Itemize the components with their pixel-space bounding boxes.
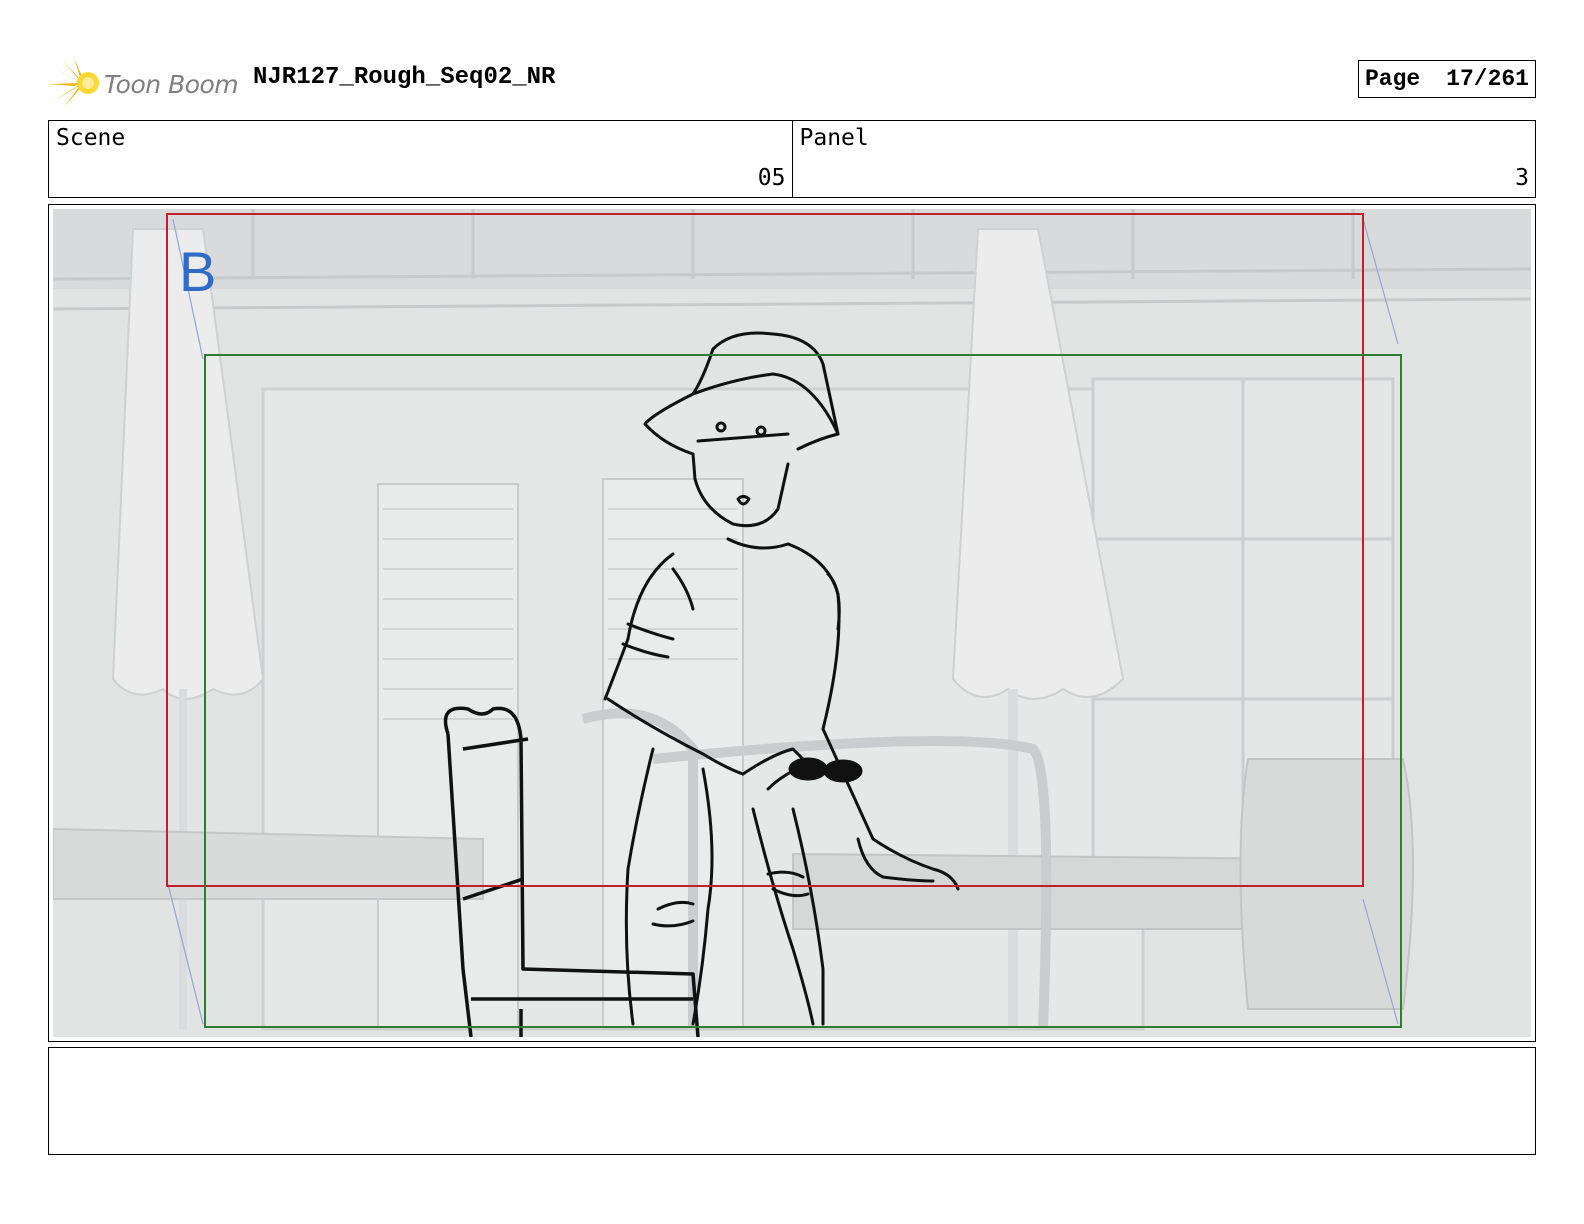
panel-cell: Panel 3 bbox=[791, 121, 1536, 197]
storyboard-frame: B bbox=[48, 204, 1536, 1042]
scene-number: 05 bbox=[757, 165, 786, 191]
page-header: Toon Boom NJR127_Rough_Seq02_NR Page 17/… bbox=[48, 52, 1540, 108]
panel-label: Panel bbox=[799, 125, 869, 151]
scene-panel-row: Scene 05 Panel 3 bbox=[48, 120, 1536, 198]
panel-number: 3 bbox=[1515, 165, 1529, 191]
panel-drawing: B bbox=[53, 209, 1531, 1037]
toon-boom-logo: Toon Boom bbox=[48, 58, 239, 108]
page-label: Page bbox=[1365, 66, 1421, 92]
panel-notes-box bbox=[48, 1047, 1536, 1155]
logo-text: Toon Boom bbox=[104, 70, 239, 99]
scene-label: Scene bbox=[56, 125, 126, 151]
document-title: NJR127_Rough_Seq02_NR bbox=[253, 64, 556, 91]
scene-sketch: B bbox=[53, 209, 1531, 1037]
page-indicator: Page 17/261 bbox=[1358, 60, 1536, 98]
starburst-icon bbox=[48, 58, 99, 107]
scene-cell: Scene 05 bbox=[49, 121, 792, 197]
page-number: 17/261 bbox=[1446, 66, 1529, 92]
frame-marker: B bbox=[179, 240, 216, 303]
